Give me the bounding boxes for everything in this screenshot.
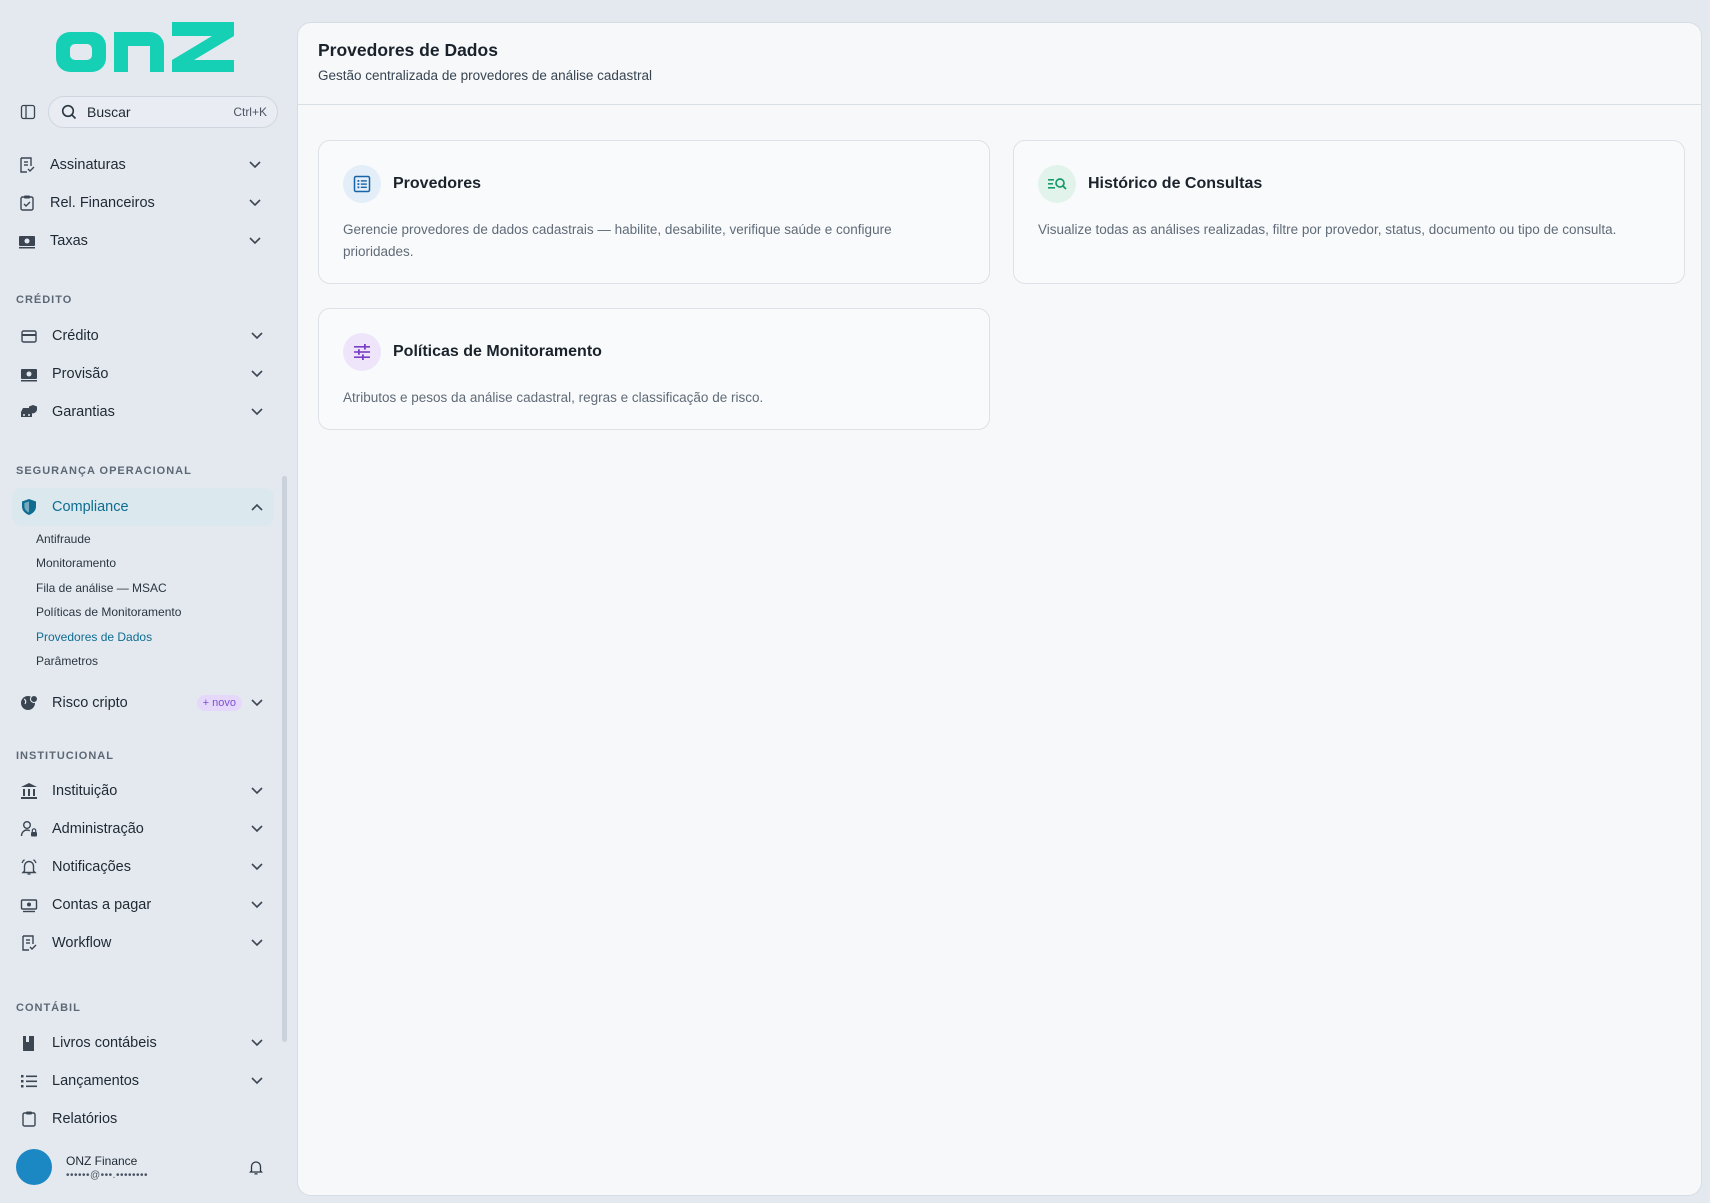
sidebar-item-compliance[interactable]: Compliance xyxy=(12,488,274,526)
search-list-icon xyxy=(1038,165,1076,203)
onz-logo[interactable] xyxy=(54,22,238,74)
bell-ring-icon xyxy=(18,856,40,878)
sidebar-item-garantias[interactable]: Garantias xyxy=(12,393,274,431)
sliders-icon xyxy=(343,333,381,371)
section-label-seguranca: SEGURANÇA OPERACIONAL xyxy=(16,465,192,477)
section-label-credito: CRÉDITO xyxy=(16,294,73,306)
chevron-down-icon xyxy=(248,934,266,952)
book-icon xyxy=(18,1032,40,1054)
search-label: Buscar xyxy=(87,104,131,120)
search-input[interactable]: Buscar Ctrl+K xyxy=(48,96,278,128)
globe-bitcoin-icon xyxy=(18,692,40,714)
card-title: Histórico de Consultas xyxy=(1088,175,1263,192)
card-description: Atributos e pesos da análise cadastral, … xyxy=(343,390,764,405)
sidebar-subitem-parametros[interactable]: Parâmetros xyxy=(36,654,98,668)
chevron-down-icon xyxy=(248,403,266,421)
new-badge: + novo xyxy=(196,695,242,711)
user-lock-icon xyxy=(18,818,40,840)
sidebar: Buscar Ctrl+K Assinaturas Rel. Financeir… xyxy=(0,0,288,1203)
card-politicas-monitoramento[interactable]: Políticas de Monitoramento Atributos e p… xyxy=(318,308,990,430)
sidebar-item-risco-cripto[interactable]: Risco cripto + novo xyxy=(12,684,274,722)
chevron-down-icon xyxy=(248,327,266,345)
shield-icon xyxy=(18,496,40,518)
search-shortcut: Ctrl+K xyxy=(233,105,267,119)
list-icon xyxy=(18,1070,40,1092)
sidebar-subitem-fila-analise[interactable]: Fila de análise — MSAC xyxy=(36,581,167,595)
chevron-down-icon xyxy=(248,820,266,838)
clipboard-icon xyxy=(18,1108,40,1128)
chevron-down-icon xyxy=(248,1034,266,1052)
document-check-icon xyxy=(18,932,40,954)
sidebar-toggle-icon[interactable] xyxy=(16,100,40,124)
main-panel: Provedores de Dados Gestão centralizada … xyxy=(297,22,1702,1196)
sidebar-scrollbar[interactable] xyxy=(282,476,287,1042)
clipboard-icon xyxy=(16,192,38,214)
sidebar-item-provisao[interactable]: Provisão xyxy=(12,355,274,393)
chevron-down-icon xyxy=(248,782,266,800)
user-email: ••••••@•••.•••••••• xyxy=(66,1169,148,1181)
chevron-up-icon xyxy=(248,498,266,516)
page-title: Provedores de Dados xyxy=(318,40,498,60)
user-profile[interactable]: ONZ Finance ••••••@•••.•••••••• xyxy=(16,1147,280,1187)
money-icon xyxy=(18,363,40,385)
user-name: ONZ Finance xyxy=(66,1153,138,1168)
card-provedores[interactable]: Provedores Gerencie provedores de dados … xyxy=(318,140,990,284)
document-check-icon xyxy=(16,154,38,176)
bank-icon xyxy=(18,780,40,802)
sidebar-item-credito[interactable]: Crédito xyxy=(12,317,274,355)
money-icon xyxy=(16,230,38,252)
card-title: Políticas de Monitoramento xyxy=(393,343,602,360)
section-label-contabil: CONTÁBIL xyxy=(16,1002,81,1014)
sidebar-nav: Assinaturas Rel. Financeiros Taxas CRÉDI… xyxy=(0,138,280,1128)
section-label-institucional: INSTITUCIONAL xyxy=(16,750,114,762)
card-description: Gerencie provedores de dados cadastrais … xyxy=(343,222,892,259)
chevron-down-icon xyxy=(246,156,264,174)
page-subtitle: Gestão centralizada de provedores de aná… xyxy=(318,68,652,83)
sidebar-item-rel-financeiros[interactable]: Rel. Financeiros xyxy=(10,184,272,222)
sidebar-item-lancamentos[interactable]: Lançamentos xyxy=(12,1062,274,1100)
page-header: Provedores de Dados Gestão centralizada … xyxy=(298,23,1701,105)
sidebar-item-administracao[interactable]: Administração xyxy=(12,810,274,848)
list-icon xyxy=(343,165,381,203)
sidebar-item-taxas[interactable]: Taxas xyxy=(10,222,272,260)
chevron-down-icon xyxy=(248,365,266,383)
chevron-down-icon xyxy=(248,896,266,914)
sidebar-subitem-antifraude[interactable]: Antifraude xyxy=(36,532,91,546)
payment-icon xyxy=(18,894,40,916)
sidebar-subitem-monitoramento[interactable]: Monitoramento xyxy=(36,556,116,570)
sidebar-item-instituicao[interactable]: Instituição xyxy=(12,772,274,810)
search-icon xyxy=(61,104,77,120)
card-title: Provedores xyxy=(393,175,482,192)
chevron-down-icon xyxy=(246,194,264,212)
sidebar-item-relatorios[interactable]: Relatórios xyxy=(12,1100,274,1128)
sidebar-item-notificacoes[interactable]: Notificações xyxy=(12,848,274,886)
avatar[interactable] xyxy=(16,1149,52,1185)
sidebar-item-livros-contabeis[interactable]: Livros contábeis xyxy=(12,1024,274,1062)
sidebar-item-workflow[interactable]: Workflow xyxy=(12,924,274,962)
sidebar-subitem-provedores-dados[interactable]: Provedores de Dados xyxy=(36,630,152,644)
card-historico-consultas[interactable]: Histórico de Consultas Visualize todas a… xyxy=(1013,140,1685,284)
credit-card-icon xyxy=(18,325,40,347)
chevron-down-icon xyxy=(248,1072,266,1090)
bell-icon[interactable] xyxy=(246,1157,266,1177)
sidebar-item-contas-pagar[interactable]: Contas a pagar xyxy=(12,886,274,924)
chevron-down-icon xyxy=(248,694,266,712)
chevron-down-icon xyxy=(246,232,264,250)
sidebar-item-assinaturas[interactable]: Assinaturas xyxy=(10,146,272,184)
chevron-down-icon xyxy=(248,858,266,876)
card-description: Visualize todas as análises realizadas, … xyxy=(1038,222,1617,237)
car-shield-icon xyxy=(18,401,40,423)
sidebar-subitem-politicas[interactable]: Políticas de Monitoramento xyxy=(36,605,181,619)
